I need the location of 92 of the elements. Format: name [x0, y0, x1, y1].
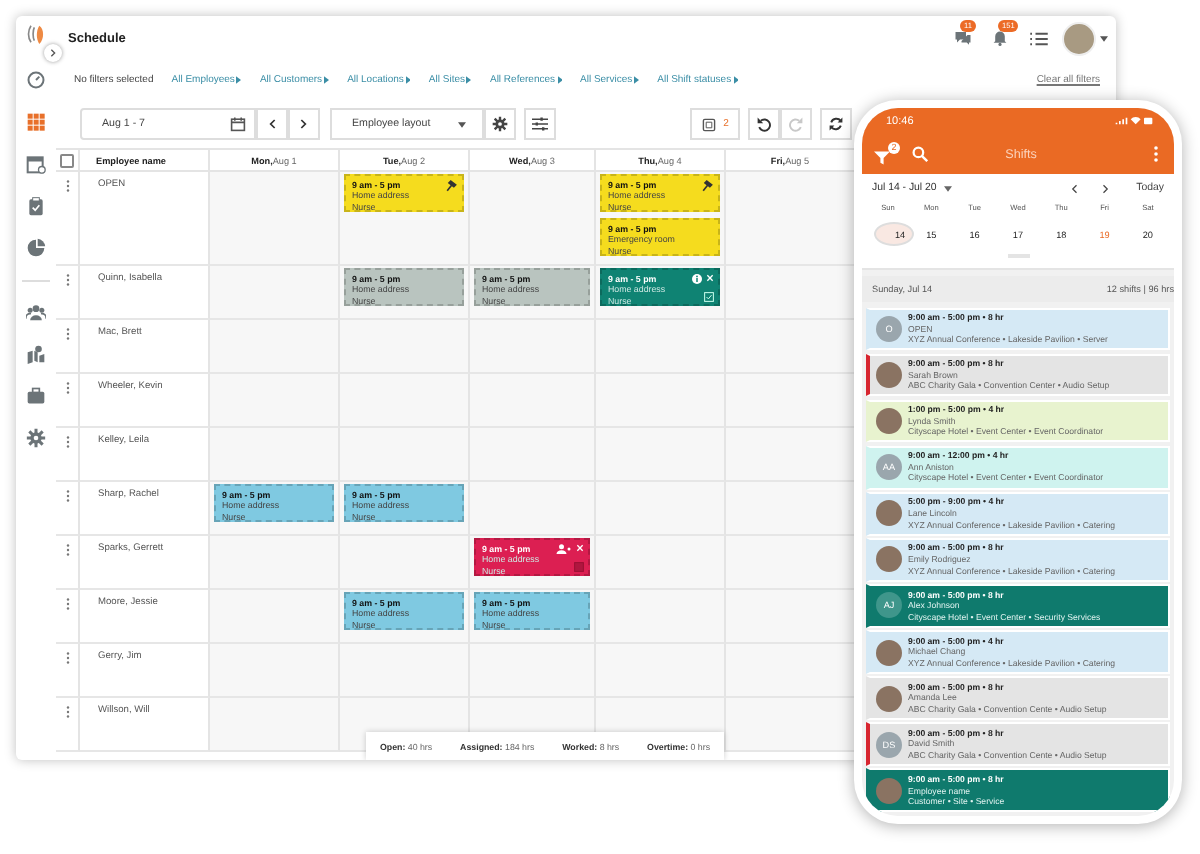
filter-icon [874, 150, 890, 166]
avatar-placeholder [876, 777, 902, 804]
chevron-left-icon [268, 118, 276, 130]
caret-icon [1100, 35, 1108, 41]
calendar-icon [26, 154, 46, 174]
schedule-cell[interactable] [340, 536, 470, 590]
schedule-cell[interactable] [726, 644, 856, 698]
caret-icon [236, 76, 242, 84]
redo-icon [788, 116, 804, 132]
schedule-cell[interactable] [210, 374, 340, 428]
next-icon[interactable] [1102, 183, 1111, 193]
schedule-cell[interactable] [726, 590, 856, 644]
hammer-icon [702, 180, 714, 192]
caret-icon [324, 76, 330, 84]
expand-button[interactable] [44, 44, 62, 62]
schedule-cell[interactable] [210, 266, 340, 320]
nav-item[interactable] [22, 340, 50, 368]
schedule-cell[interactable] [210, 536, 340, 590]
schedule-cell[interactable] [726, 536, 856, 590]
schedule-cell[interactable] [726, 482, 856, 536]
close-icon[interactable] [706, 274, 714, 282]
info-icon [692, 274, 702, 284]
chevron-right-icon [300, 118, 308, 130]
settings-icon [492, 116, 508, 132]
caret-icon [405, 76, 411, 84]
nav-item[interactable] [22, 150, 50, 178]
nav-item[interactable] [22, 424, 50, 452]
search-icon[interactable] [912, 146, 928, 162]
next-button[interactable] [288, 108, 320, 140]
nav-item[interactable] [22, 108, 50, 136]
avatar-placeholder [876, 639, 902, 666]
avatar-placeholder [876, 546, 902, 573]
previous-button[interactable] [256, 108, 288, 140]
schedule-cell[interactable] [340, 428, 470, 482]
bell-icon [992, 30, 1008, 46]
sliders-icon [532, 116, 548, 132]
previous-icon[interactable] [1070, 183, 1079, 193]
caret-icon [944, 185, 953, 191]
undo-icon [756, 116, 772, 132]
pie-chart-icon [26, 238, 46, 258]
settings-icon [26, 428, 46, 448]
caret-icon [466, 76, 472, 84]
schedule-cell[interactable] [726, 374, 856, 428]
people-icon [26, 302, 46, 322]
schedule-cell[interactable] [210, 428, 340, 482]
briefcase-icon [26, 386, 46, 406]
nav-item[interactable] [22, 66, 50, 94]
chat-icon [953, 30, 971, 46]
caret-icon [458, 121, 466, 127]
schedule-cell[interactable] [210, 172, 340, 266]
gauge-icon [26, 70, 46, 90]
refresh-button[interactable] [820, 108, 852, 140]
avatar-placeholder [876, 500, 902, 527]
schedule-cell[interactable] [726, 698, 856, 752]
avatar-placeholder [876, 361, 902, 388]
schedule-cell[interactable] [470, 172, 596, 266]
settings-button[interactable] [484, 108, 516, 140]
nav-item[interactable] [22, 382, 50, 410]
grid-icon [26, 112, 46, 132]
schedule-cell[interactable] [210, 644, 340, 698]
schedule-cell[interactable] [726, 320, 856, 374]
checked-box-icon [704, 292, 714, 302]
caret-icon [557, 76, 562, 84]
avatar-placeholder[interactable] [1062, 21, 1096, 55]
refresh-icon [828, 116, 844, 132]
schedule-cell[interactable] [210, 590, 340, 644]
person-icon [556, 544, 572, 554]
caret-icon [634, 76, 640, 84]
select-all-checkbox[interactable] [60, 153, 74, 167]
schedule-cell[interactable] [210, 698, 340, 752]
clipboard-icon [26, 196, 46, 216]
nav-item[interactable] [22, 234, 50, 262]
close-icon[interactable] [576, 544, 584, 552]
list-icon [1029, 31, 1047, 45]
status-icons-drawing [1114, 116, 1154, 126]
schedule-cell[interactable] [210, 320, 340, 374]
undo-button[interactable] [748, 108, 780, 140]
schedule-cell[interactable] [470, 482, 596, 536]
document-icon [701, 117, 716, 131]
schedule-cell[interactable] [726, 172, 856, 266]
avatar-placeholder [876, 685, 902, 712]
logo-icon [26, 22, 46, 46]
schedule-cell[interactable] [726, 266, 856, 320]
avatar-placeholder [876, 408, 902, 435]
caret-icon [733, 76, 739, 84]
chevron-right-icon [48, 48, 58, 58]
square-icon [574, 562, 584, 572]
person-map-icon [26, 344, 46, 364]
hammer-icon [446, 180, 458, 192]
calendar-icon [230, 116, 246, 132]
filter-settings-button[interactable] [524, 108, 556, 140]
schedule-cell[interactable] [726, 428, 856, 482]
